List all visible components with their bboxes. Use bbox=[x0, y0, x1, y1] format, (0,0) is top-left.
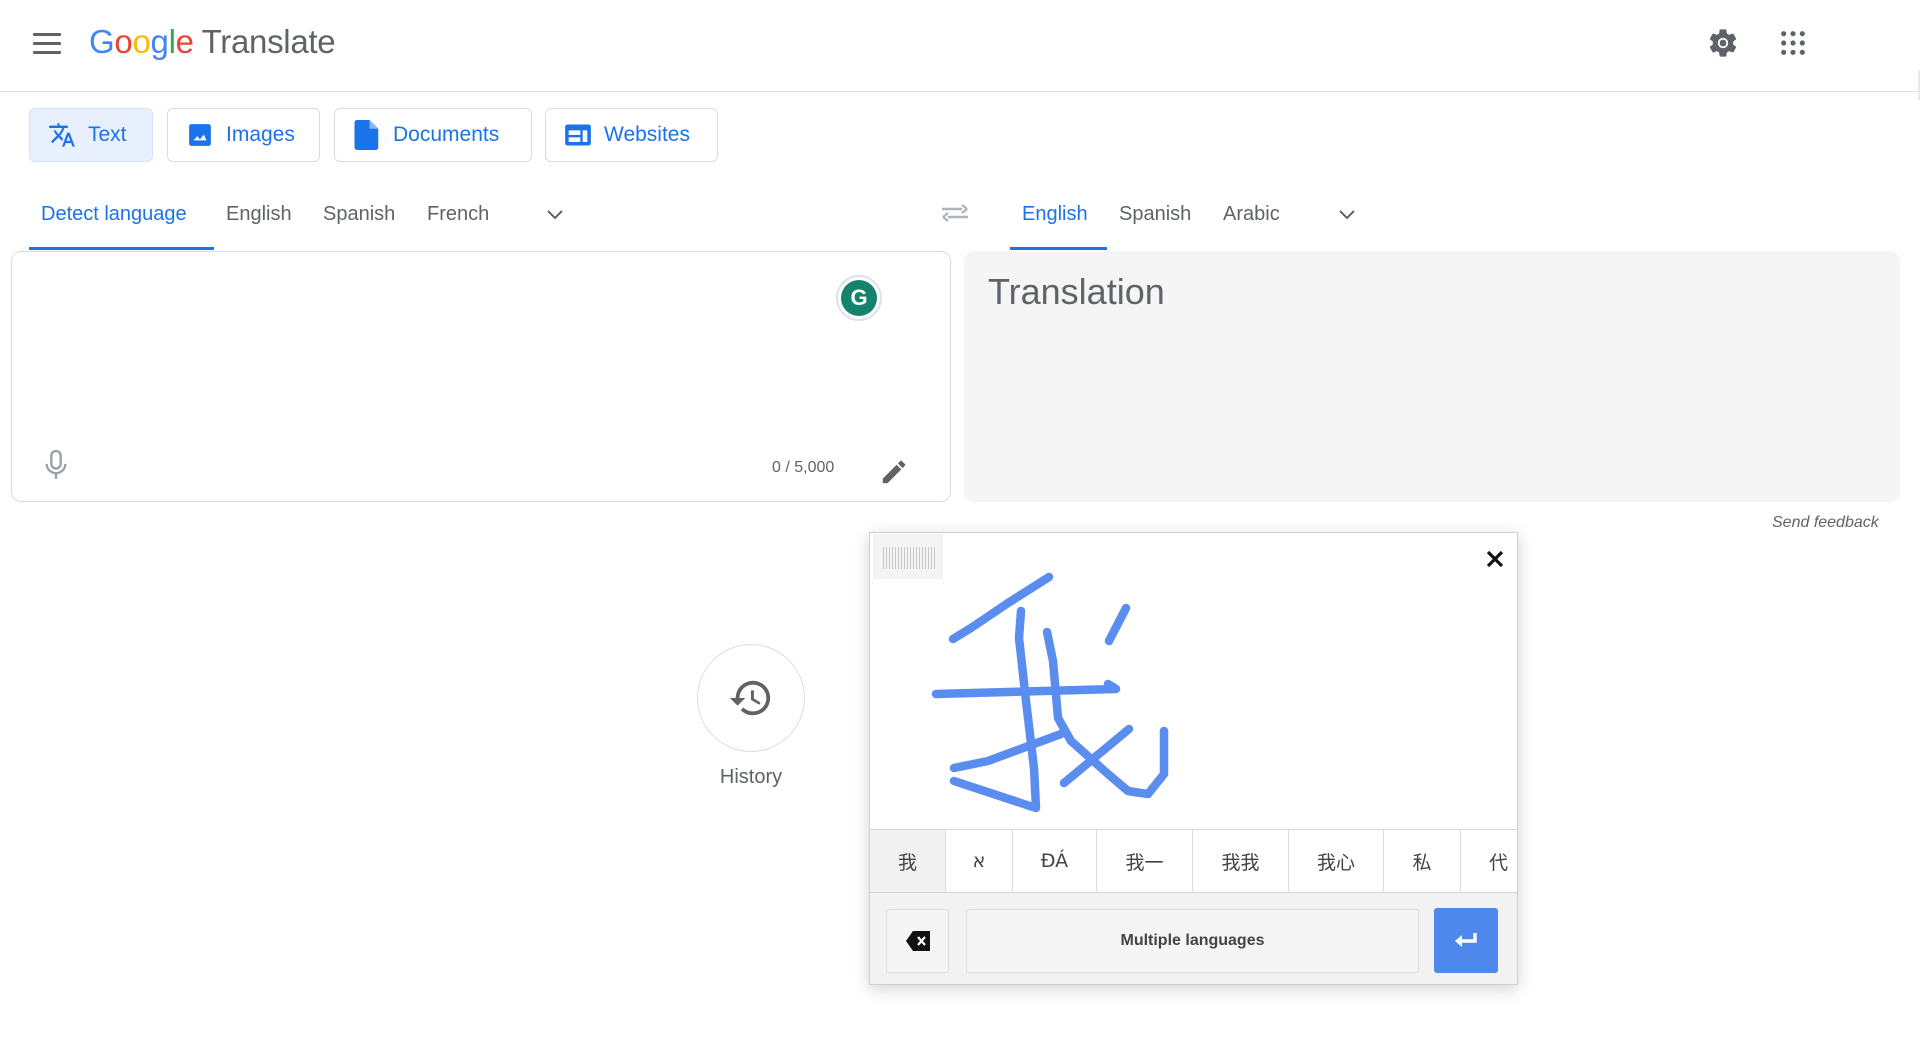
image-icon bbox=[186, 121, 214, 149]
translate-icon bbox=[48, 121, 76, 149]
ink-stroke bbox=[949, 606, 1041, 813]
enter-icon bbox=[1455, 932, 1477, 947]
backspace-icon bbox=[905, 931, 930, 951]
mode-documents-button[interactable]: Documents bbox=[334, 108, 532, 162]
source-tab-detect-language[interactable]: Detect language bbox=[41, 197, 187, 231]
mode-websites-button[interactable]: Websites bbox=[545, 108, 718, 162]
backspace-button[interactable] bbox=[886, 909, 949, 973]
grammarly-icon: G bbox=[841, 280, 877, 316]
logo-product-name: Translate bbox=[201, 23, 336, 60]
ink-stroke bbox=[949, 729, 1066, 773]
swap-arrows-icon bbox=[942, 204, 968, 222]
history-button[interactable] bbox=[697, 644, 805, 752]
ink-stroke bbox=[1059, 724, 1134, 788]
google-translate-logo[interactable]: Google Translate bbox=[89, 22, 336, 62]
enter-button[interactable] bbox=[1434, 908, 1498, 973]
hamburger-menu-icon bbox=[33, 32, 61, 36]
chevron-down-icon bbox=[1339, 210, 1355, 220]
send-feedback-link[interactable]: Send feedback bbox=[1772, 514, 1879, 532]
swap-languages-button[interactable] bbox=[937, 198, 973, 228]
pencil-handwrite-icon[interactable] bbox=[879, 457, 909, 487]
source-tab-spanish[interactable]: Spanish bbox=[323, 197, 395, 231]
ink-stroke bbox=[1104, 603, 1131, 646]
chevron-down-icon bbox=[547, 210, 563, 220]
candidate-item[interactable]: 代 bbox=[1461, 830, 1517, 892]
logo-letter: l bbox=[168, 23, 176, 60]
translation-output-panel: Translation bbox=[964, 251, 1900, 502]
hamburger-line bbox=[33, 41, 61, 45]
candidate-list: 我 א ĐÁ 我一 我我 我心 私 代 bbox=[870, 829, 1517, 893]
logo-letter: e bbox=[175, 23, 194, 60]
history-label: History bbox=[719, 766, 783, 788]
candidate-item[interactable]: 我一 bbox=[1097, 830, 1193, 892]
mode-websites-label: Websites bbox=[604, 123, 690, 146]
target-more-languages-button[interactable] bbox=[1333, 200, 1361, 228]
mode-images-button[interactable]: Images bbox=[167, 108, 320, 162]
close-icon bbox=[1486, 550, 1504, 568]
handwriting-toolbar: Multiple languages bbox=[870, 893, 1517, 984]
handwriting-canvas[interactable] bbox=[870, 533, 1517, 829]
handwriting-language-button[interactable]: Multiple languages bbox=[966, 909, 1419, 973]
source-text-input[interactable] bbox=[36, 272, 816, 422]
candidate-item[interactable]: ĐÁ bbox=[1013, 830, 1097, 892]
candidate-item[interactable]: 我我 bbox=[1193, 830, 1289, 892]
document-icon bbox=[353, 120, 381, 150]
character-count: 0 / 5,000 bbox=[772, 459, 835, 476]
settings-button[interactable] bbox=[1704, 24, 1742, 62]
history-icon bbox=[729, 680, 771, 716]
grammarly-button[interactable]: G bbox=[836, 275, 882, 321]
target-tab-spanish[interactable]: Spanish bbox=[1119, 197, 1191, 231]
source-tab-english[interactable]: English bbox=[226, 197, 292, 231]
apps-grid-icon bbox=[1781, 31, 1805, 55]
translation-placeholder: Translation bbox=[988, 271, 1165, 312]
candidate-item[interactable]: א bbox=[946, 830, 1013, 892]
source-active-tab-indicator bbox=[29, 247, 214, 250]
mode-images-label: Images bbox=[226, 123, 295, 146]
main-menu-button[interactable] bbox=[28, 26, 66, 60]
target-active-tab-indicator bbox=[1010, 247, 1107, 250]
grip-icon bbox=[883, 547, 937, 569]
candidate-item[interactable]: 我 bbox=[870, 830, 946, 892]
source-more-languages-button[interactable] bbox=[541, 200, 569, 228]
logo-letter: o bbox=[114, 23, 133, 60]
drag-handle[interactable] bbox=[873, 534, 943, 579]
mode-text-button[interactable]: Text bbox=[29, 108, 153, 162]
website-icon bbox=[564, 121, 592, 149]
mode-documents-label: Documents bbox=[393, 123, 500, 146]
ink-stroke bbox=[948, 572, 1054, 644]
ink-stroke bbox=[1042, 627, 1169, 799]
mode-text-label: Text bbox=[88, 123, 127, 146]
logo-letter: G bbox=[89, 23, 115, 60]
hamburger-line bbox=[33, 50, 61, 54]
close-handwriting-button[interactable] bbox=[1482, 546, 1508, 572]
source-tab-french[interactable]: French bbox=[427, 197, 489, 231]
source-text-panel: G 0 / 5,000 bbox=[11, 251, 951, 502]
target-tab-english[interactable]: English bbox=[1022, 197, 1088, 231]
handwriting-input-panel: 我 א ĐÁ 我一 我我 我心 私 代 Multiple languages bbox=[869, 532, 1518, 985]
candidate-item[interactable]: 我心 bbox=[1289, 830, 1384, 892]
target-tab-arabic[interactable]: Arabic bbox=[1223, 197, 1280, 231]
google-apps-button[interactable] bbox=[1774, 24, 1812, 62]
logo-letter: o bbox=[132, 23, 151, 60]
gear-icon bbox=[1709, 29, 1737, 57]
candidate-item[interactable]: 私 bbox=[1384, 830, 1461, 892]
logo-letter: g bbox=[150, 23, 169, 60]
microphone-icon[interactable] bbox=[42, 448, 70, 482]
app-header: Google Translate bbox=[0, 0, 1920, 92]
